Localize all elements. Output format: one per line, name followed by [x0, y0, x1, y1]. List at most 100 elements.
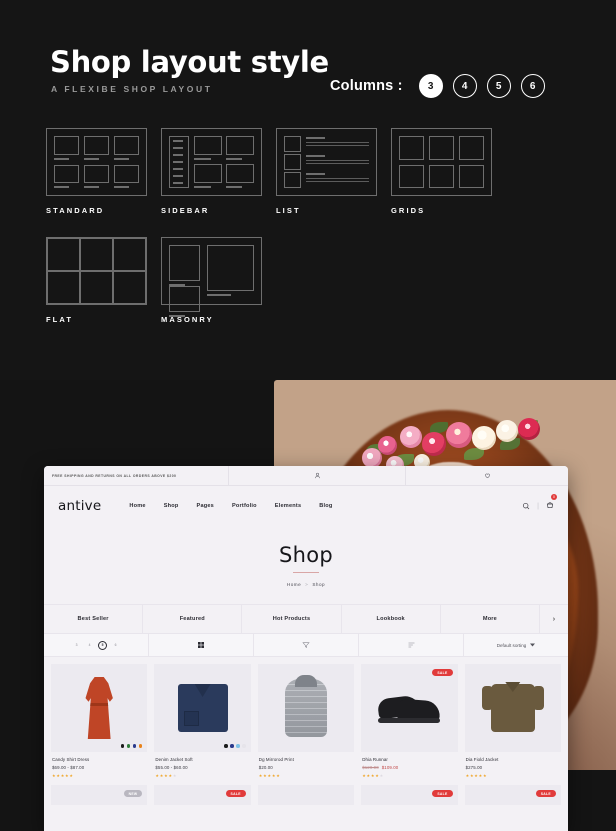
thumb-list-row [284, 136, 369, 152]
swatch[interactable] [132, 744, 137, 748]
site-logo[interactable]: antive [58, 498, 101, 514]
tab-hot-products[interactable]: Hot Products [242, 605, 342, 633]
layout-card-list[interactable]: LIST [276, 128, 377, 215]
swatch[interactable] [242, 744, 246, 748]
product-card[interactable]: SALE [154, 785, 251, 805]
product-image[interactable] [257, 785, 355, 805]
layout-label-flat: FLAT [46, 315, 74, 324]
product-image[interactable] [154, 664, 251, 752]
product-image[interactable]: SALE [361, 664, 458, 752]
wishlist-cell[interactable] [406, 466, 568, 485]
layout-thumb-flat[interactable] [46, 237, 147, 305]
nav-item-portfolio[interactable]: Portfolio [232, 503, 257, 509]
site-header: antive Home Shop Pages Portfolio Element… [44, 486, 568, 526]
thumb-cell [399, 136, 424, 160]
product-name[interactable]: Denim Jacket Soft [155, 757, 249, 762]
layout-thumb-masonry[interactable] [161, 237, 262, 317]
product-price: $20.00 [258, 765, 273, 770]
nav-item-blog[interactable]: Blog [319, 503, 332, 509]
tab-more[interactable]: More [441, 605, 541, 633]
layout-thumb-list[interactable] [276, 128, 377, 196]
grid-view-icon [198, 642, 204, 648]
toolbar-list-view[interactable] [359, 634, 464, 656]
layout-label-list: LIST [276, 206, 301, 215]
swatch[interactable] [120, 744, 125, 748]
layout-card-standard[interactable]: STANDARD [46, 128, 147, 215]
toolbar-columns-6[interactable]: 6 [111, 641, 120, 650]
toolbar-columns-3[interactable]: 3 [72, 641, 81, 650]
columns-option-5[interactable]: 5 [486, 74, 511, 98]
breadcrumb-shop: Shop [312, 582, 326, 588]
swatch[interactable] [230, 744, 234, 748]
thumb-list-row [284, 154, 369, 170]
product-name[interactable]: Candy Shirt Dress [52, 757, 146, 762]
account-cell[interactable] [229, 466, 406, 485]
promo-message-cell: FREE SHIPPING AND RETURNS ON ALL ORDERS … [44, 466, 229, 485]
columns-option-4[interactable]: 4 [452, 74, 477, 98]
title-underline [293, 571, 319, 574]
thumb-cell [226, 164, 254, 188]
tabs-next-arrow[interactable]: › [540, 605, 568, 633]
toolbar-columns-4[interactable]: 4 [85, 641, 94, 650]
layout-card-grids[interactable]: GRIDS [391, 128, 492, 215]
columns-option-6[interactable]: 6 [520, 74, 545, 98]
product-image[interactable]: NEW [51, 785, 148, 805]
nav-item-pages[interactable]: Pages [197, 503, 214, 509]
breadcrumb-home[interactable]: Home [287, 582, 301, 587]
product-card[interactable]: NEW [51, 785, 148, 805]
product-card[interactable] [257, 785, 355, 805]
search-icon[interactable] [522, 502, 530, 510]
color-swatches [120, 744, 143, 748]
product-card[interactable]: Denim Jacket Soft $55.00 - $60.00 ★★★★★ [154, 664, 251, 778]
product-image[interactable] [51, 664, 148, 752]
product-card[interactable]: SALE [361, 785, 458, 805]
swatch[interactable] [126, 744, 131, 748]
layout-card-flat[interactable]: FLAT [46, 237, 147, 324]
nav-item-home[interactable]: Home [129, 503, 145, 509]
product-card[interactable]: Dg Mirrorod Print $20.00 ★★★★★ [257, 664, 355, 778]
product-image[interactable]: SALE [361, 785, 458, 805]
toolbar-filter[interactable] [254, 634, 359, 656]
layout-thumb-sidebar[interactable] [161, 128, 262, 196]
layout-card-masonry[interactable]: MASONRY [161, 237, 262, 324]
product-rating: ★★★★★ [155, 773, 178, 778]
layout-label-grids: GRIDS [391, 206, 426, 215]
product-name[interactable]: Dhia Runnar [362, 757, 456, 762]
product-image[interactable] [257, 664, 355, 752]
toolbar-sorting[interactable]: Default sorting [464, 634, 568, 656]
tab-lookbook[interactable]: Lookbook [342, 605, 441, 633]
toolbar-columns-5[interactable]: 5 [98, 640, 107, 650]
product-image[interactable]: SALE [464, 785, 561, 805]
swatch[interactable] [236, 744, 240, 748]
product-image[interactable] [464, 664, 561, 752]
columns-option-3[interactable]: 3 [418, 74, 443, 98]
nav-item-shop[interactable]: Shop [164, 503, 179, 509]
swatch[interactable] [223, 744, 228, 748]
product-name[interactable]: Dg Mirrorod Print [259, 757, 353, 762]
product-card[interactable]: SALE [464, 785, 561, 805]
layout-thumbnails: STANDARD SIDEBAR LIST GRIDS FLAT MASONRY [46, 128, 566, 324]
tab-best-seller[interactable]: Best Seller [44, 605, 144, 633]
thumb-cell [169, 245, 200, 281]
product-grid-row-2: NEW SALE SALE SALE [44, 778, 568, 805]
cart-button[interactable]: 0 [546, 494, 557, 515]
thumb-cell [79, 270, 114, 305]
product-rating: ★★★★★ [362, 773, 384, 778]
tab-featured[interactable]: Featured [143, 605, 243, 633]
layout-thumb-standard[interactable] [46, 128, 147, 196]
thumb-cell [54, 136, 79, 160]
toolbar-grid-view[interactable] [149, 634, 254, 656]
product-card[interactable]: SALE Dhia Runnar $120.00 $109.00 ★★★★★ [361, 664, 458, 778]
color-swatches [223, 744, 246, 748]
nav-item-elements[interactable]: Elements [275, 503, 301, 509]
product-image[interactable]: SALE [154, 785, 251, 805]
product-price: $275.00 [465, 765, 483, 770]
product-name[interactable]: Dia Fiold Jacket [466, 757, 560, 762]
swatch[interactable] [138, 744, 143, 748]
shop-preview-window: FREE SHIPPING AND RETURNS ON ALL ORDERS … [44, 466, 568, 831]
product-card[interactable]: Dia Fiold Jacket $275.00 ★★★★★ [464, 664, 561, 778]
layout-thumb-grids[interactable] [391, 128, 492, 196]
product-card[interactable]: Candy Shirt Dress $69.00 - $87.00 ★★★★★ [51, 664, 148, 778]
header-actions: | 0 [522, 494, 557, 515]
layout-card-sidebar[interactable]: SIDEBAR [161, 128, 262, 215]
